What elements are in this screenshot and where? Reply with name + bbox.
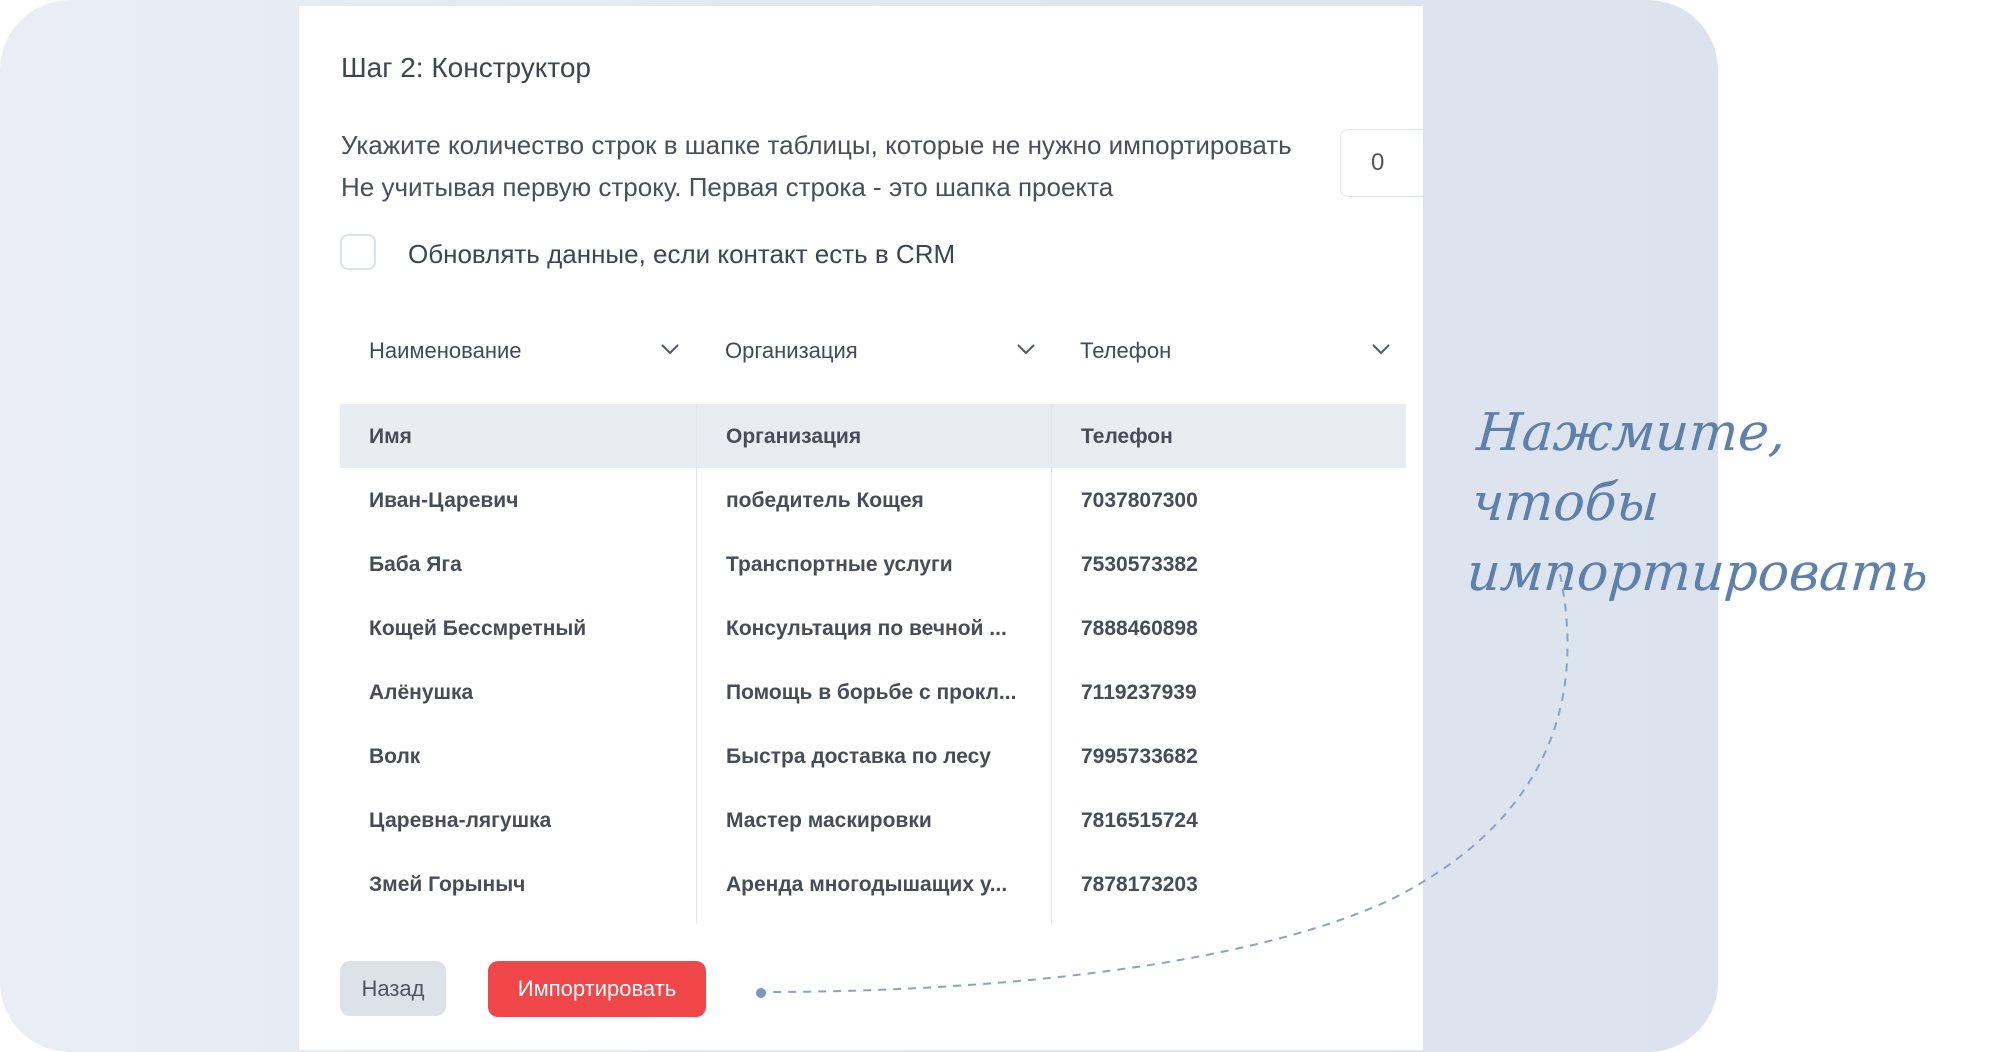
dashed-arrow-line bbox=[763, 573, 1569, 993]
arrow-dot bbox=[756, 988, 766, 998]
hint-arrow bbox=[756, 573, 1569, 998]
